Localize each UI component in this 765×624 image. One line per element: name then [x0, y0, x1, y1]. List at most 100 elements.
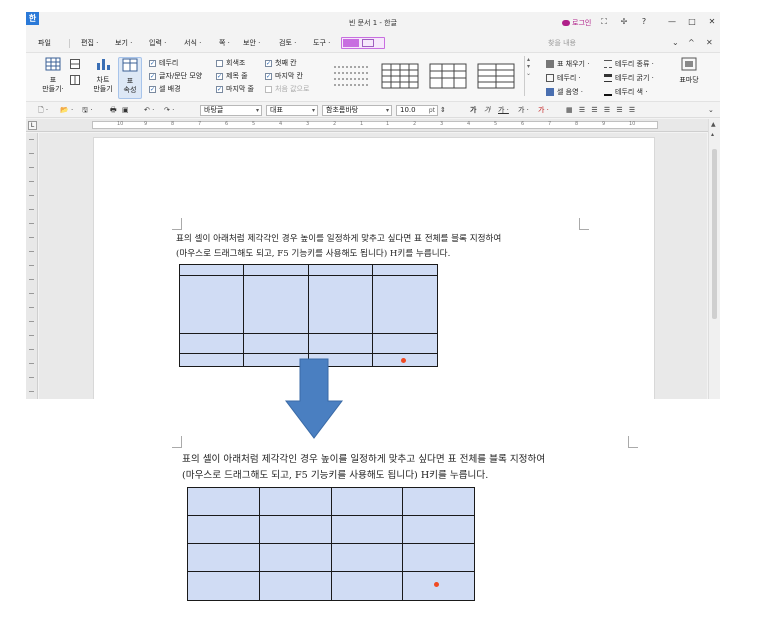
check-header-row[interactable]: ✓ 제목 줄 [216, 71, 248, 81]
border-width-button[interactable]: 테두리 굵기 · [604, 73, 654, 83]
table-grid-icon[interactable] [70, 59, 80, 69]
underline-button[interactable]: 가 · [498, 105, 509, 116]
menu-file[interactable]: 파일 [38, 38, 51, 48]
check-header-row-label: 제목 줄 [226, 72, 248, 80]
menu-insert[interactable]: 입력 · [149, 38, 166, 48]
instruction-line-2[interactable]: (마우스로 드래그해도 되고, F5 기능키를 사용해도 됩니다) H키를 누릅… [176, 247, 450, 259]
make-table-button[interactable]: 표 만들기· [36, 57, 70, 94]
minimize-button[interactable]: — [666, 17, 678, 26]
table-gallery-button[interactable]: 표마당 [672, 57, 706, 85]
tab-table-design[interactable] [341, 37, 385, 49]
table-cell[interactable] [179, 353, 244, 367]
table-icon [45, 57, 61, 71]
size-stepper-icon[interactable]: ⇕ [440, 105, 446, 116]
chevron-down-icon[interactable]: ⌄ [672, 38, 679, 47]
menu-format[interactable]: 서식 · [184, 38, 201, 48]
border-width-label: 테두리 굵기 · [615, 74, 654, 82]
preview-icon[interactable]: ▣ [122, 105, 129, 116]
ruler-tick [29, 377, 34, 378]
help-icon[interactable]: ? [638, 17, 650, 26]
close-doc-icon[interactable]: ✕ [706, 38, 713, 47]
open-icon[interactable]: 📂 · [60, 105, 73, 116]
table-fill-button[interactable]: 표 채우기 · [546, 59, 589, 69]
table-cell[interactable] [179, 264, 244, 276]
table-cell[interactable] [308, 275, 373, 334]
menu-view[interactable]: 보기 · [115, 38, 132, 48]
instruction-line-1[interactable]: 표의 셀이 아래처럼 제각각인 경우 높이를 일정하게 맞추고 싶다면 표 전체… [176, 232, 501, 244]
check-last-col-label: 마지막 칸 [275, 72, 303, 80]
scroll-up-icon[interactable]: ▴ [711, 131, 714, 138]
border-button[interactable]: 테두리 · [546, 73, 581, 83]
bold-button[interactable]: 가 [470, 105, 476, 116]
align-buttons-icon[interactable]: ▦ ☰ ☰ ☰ ☰ ☰ [566, 105, 637, 116]
menu-tools[interactable]: 도구 · [313, 38, 330, 48]
table-edit-icon[interactable] [70, 75, 80, 85]
search-input[interactable]: 찾을 내용 [544, 37, 674, 49]
pin-icon[interactable]: ✢ [618, 17, 630, 26]
table-style-grid[interactable] [380, 61, 420, 91]
login-button[interactable]: 로그인 [558, 17, 595, 28]
reset-style[interactable]: 처음 값으로 [265, 84, 309, 94]
save-icon[interactable]: 🖫 · [82, 105, 92, 116]
table-cell[interactable] [243, 333, 309, 354]
document-page[interactable]: 표의 셀이 아래처럼 제각각인 경우 높이를 일정하게 맞추고 싶다면 표 전체… [93, 137, 655, 399]
margin-mark [172, 218, 182, 230]
border-type-button[interactable]: 테두리 종류 · [604, 59, 654, 69]
table-cell[interactable] [179, 275, 244, 334]
menu-edit[interactable]: 편집 · [81, 38, 98, 48]
check-grayscale[interactable]: 회색조 [216, 58, 245, 68]
font-select[interactable]: 함초롬바탕 ▾ [322, 105, 392, 116]
table-before[interactable] [179, 264, 438, 367]
table-cell[interactable] [372, 264, 438, 276]
table-cell[interactable] [372, 275, 438, 334]
collapse-ribbon-icon[interactable]: ^ [688, 38, 695, 47]
check-border[interactable]: ✓ 테두리 [149, 58, 178, 68]
table-cell[interactable] [308, 264, 373, 276]
table-cell[interactable] [179, 333, 244, 354]
table-properties-button[interactable]: 표 속성 [118, 57, 142, 99]
table-style-grid-double[interactable] [428, 61, 468, 91]
toolbar-expand-icon[interactable]: ⌄ [708, 105, 714, 116]
table-cell[interactable] [372, 333, 438, 354]
check-last-row[interactable]: ✓ 마지막 줄 [216, 84, 254, 94]
check-first-col-label: 첫째 칸 [275, 59, 297, 67]
table-cell[interactable] [243, 275, 309, 334]
menu-security[interactable]: 보안 · [243, 38, 260, 48]
check-cell-bg[interactable]: ✓ 셀 배경 [149, 84, 181, 94]
cell-shade-button[interactable]: 셀 음영 · [546, 87, 583, 97]
table-row [187, 571, 475, 601]
new-doc-icon[interactable]: 🗋 · [38, 105, 48, 116]
language-select[interactable]: 대표 ▾ [266, 105, 318, 116]
italic-button[interactable]: 가 [484, 105, 490, 116]
ruler-track[interactable]: 10 9 8 7 6 5 4 3 2 1 1 2 3 4 5 6 7 8 9 10 [92, 121, 658, 129]
vertical-scrollbar[interactable]: ▲ ▴ [708, 119, 720, 399]
table-cell [187, 571, 260, 601]
check-char-para[interactable]: ✓ 글자/문단 모양 [149, 71, 202, 81]
close-button[interactable]: ✕ [706, 17, 718, 26]
table-style-lines[interactable] [476, 61, 516, 91]
print-icon[interactable]: 🖶 [110, 105, 117, 116]
maximize-button[interactable]: □ [686, 17, 698, 26]
undo-icon[interactable]: ↶ · [144, 105, 154, 116]
font-size-input[interactable]: 10.0 pt [396, 105, 438, 116]
ruler-number: 3 [440, 121, 444, 127]
scroll-top-icon[interactable]: ▲ [711, 121, 716, 128]
fullscreen-icon[interactable]: ⛶ [598, 17, 610, 27]
menu-page[interactable]: 쪽 · [219, 38, 230, 48]
table-cell[interactable] [243, 264, 309, 276]
scrollbar-thumb[interactable] [712, 149, 717, 319]
strike-button[interactable]: 가 · [518, 105, 529, 116]
redo-icon[interactable]: ↷ · [164, 105, 174, 116]
style-select[interactable]: 바탕글 ▾ [200, 105, 262, 116]
check-first-col[interactable]: ✓ 첫째 칸 [265, 58, 297, 68]
table-style-plain[interactable] [332, 61, 372, 91]
check-last-col[interactable]: ✓ 마지막 칸 [265, 71, 303, 81]
tab-stop-icon[interactable]: L [28, 121, 37, 130]
cell-shade-icon [546, 88, 554, 96]
gallery-scroll[interactable]: ▴ ▾ ⌄ [524, 56, 532, 96]
menu-review[interactable]: 검토 · [279, 38, 296, 48]
table-cell[interactable] [308, 333, 373, 354]
border-color-button[interactable]: 테두리 색 · [604, 87, 647, 97]
make-chart-button[interactable]: 차트 만들기 [88, 57, 118, 94]
font-color-button[interactable]: 가 · [538, 105, 549, 116]
